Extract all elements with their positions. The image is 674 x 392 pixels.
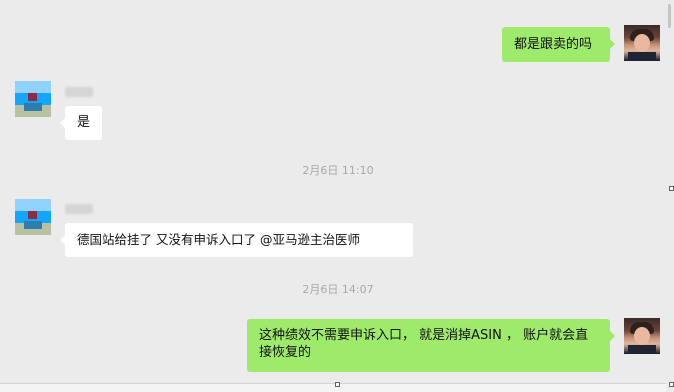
- message-text: 都是跟卖的吗: [514, 37, 593, 52]
- message-bubble-other[interactable]: 是: [60, 106, 102, 140]
- avatar-shirt: [628, 52, 656, 61]
- message-bubble-other[interactable]: 德国站给挂了 又没有申诉入口了 @亚马逊主治医师: [60, 223, 413, 257]
- avatar-pixel: [24, 103, 42, 111]
- timestamp: 2月6日 11:10: [302, 164, 374, 177]
- resize-handle-right[interactable]: [669, 186, 674, 191]
- resize-handle-bottom[interactable]: [335, 382, 340, 387]
- sender-name-blurred: [65, 204, 93, 214]
- sender-name-blurred: [65, 87, 93, 97]
- message-bubble-self[interactable]: 这种绩效不需要申诉入口， 就是消掉ASIN ， 账户就会直接恢复的: [247, 319, 615, 372]
- resize-handle-corner[interactable]: [669, 382, 674, 387]
- self-avatar[interactable]: [624, 318, 660, 354]
- other-avatar[interactable]: [15, 199, 51, 235]
- avatar-pixel: [15, 81, 51, 93]
- scrollbar-track[interactable]: [666, 0, 674, 392]
- scrollbar-thumb[interactable]: [668, 4, 671, 28]
- avatar-pixel: [15, 199, 51, 211]
- avatar-shirt: [628, 345, 656, 354]
- timestamp: 2月6日 14:07: [302, 283, 374, 296]
- chat-message-area[interactable]: 都是跟卖的吗 是 2月6日 11:10 德国站给挂了 又没有申诉入口了 @亚马逊…: [0, 0, 668, 384]
- message-text: 是: [77, 115, 91, 130]
- other-avatar[interactable]: [15, 81, 51, 117]
- self-avatar[interactable]: [624, 25, 660, 61]
- avatar-pixel: [28, 93, 37, 101]
- avatar-pixel: [28, 211, 37, 219]
- message-bubble-self[interactable]: 都是跟卖的吗: [502, 27, 615, 62]
- bottom-border-strip: [0, 384, 666, 392]
- avatar-face: [634, 34, 650, 52]
- avatar-pixel: [24, 221, 42, 229]
- avatar-face: [634, 327, 650, 345]
- message-text: 这种绩效不需要申诉入口， 就是消掉ASIN ， 账户就会直接恢复的: [259, 328, 589, 360]
- message-text: 德国站给挂了 又没有申诉入口了 @亚马逊主治医师: [77, 232, 360, 247]
